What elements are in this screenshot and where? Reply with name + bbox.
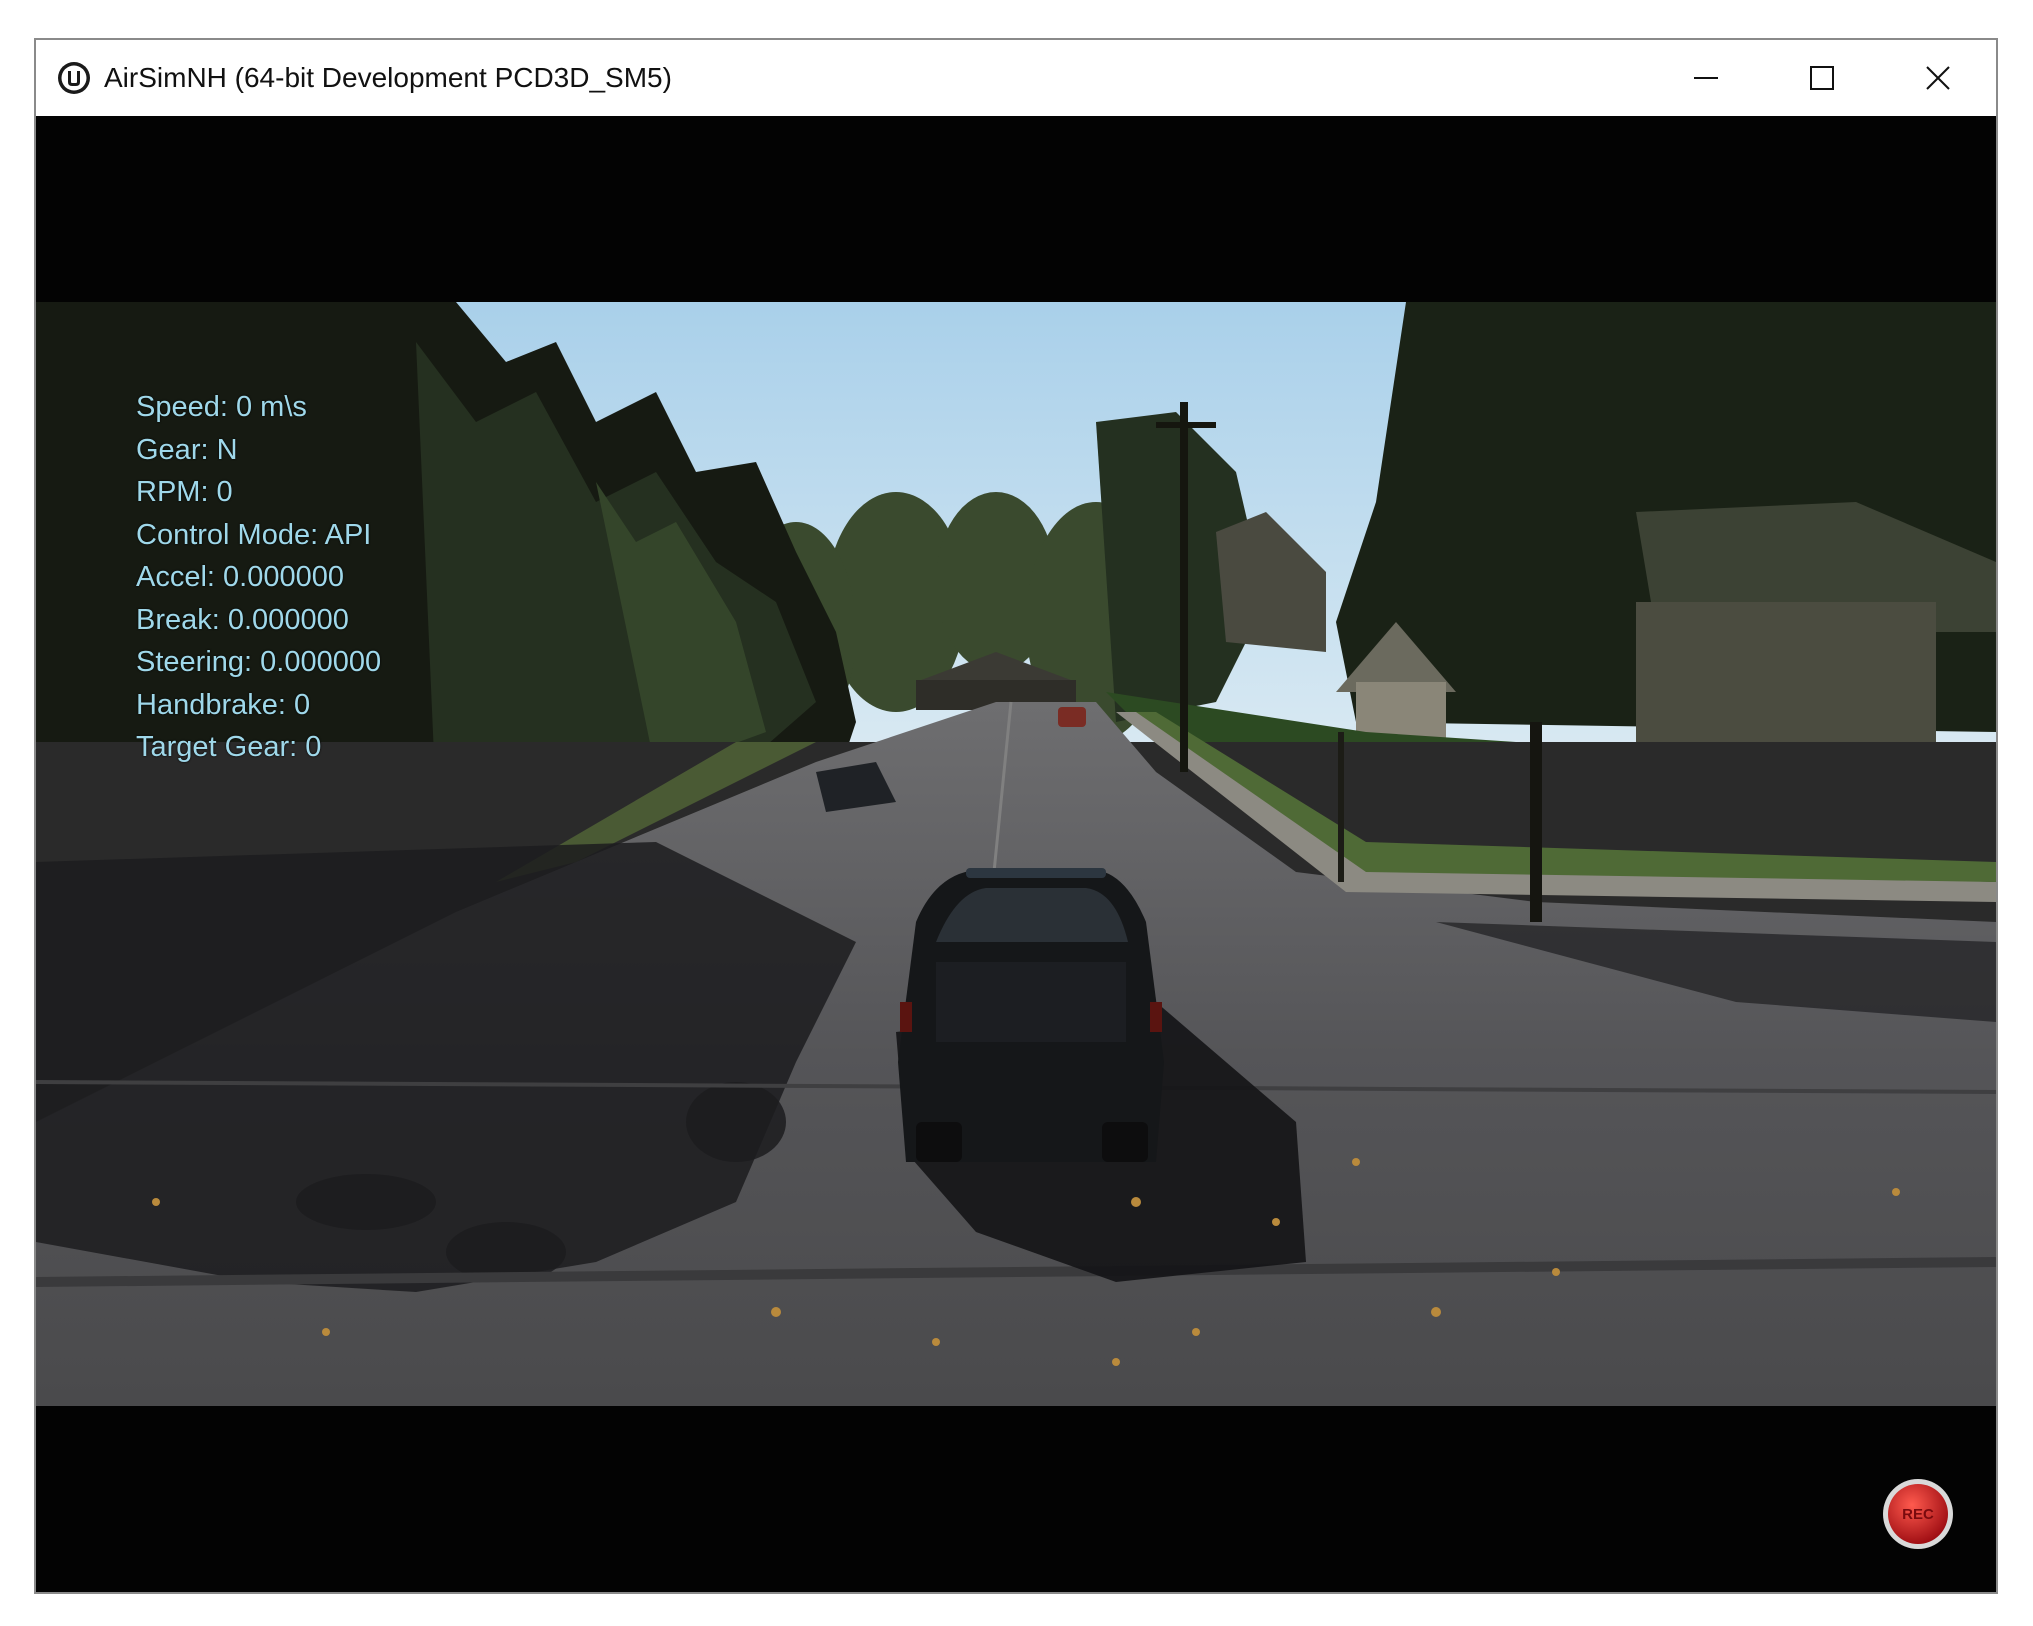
hud-speed: Speed: 0 m\s xyxy=(136,391,307,423)
hud-target-gear: Target Gear: 0 xyxy=(136,731,322,763)
ego-car xyxy=(898,868,1164,1162)
hud-rpm: RPM: 0 xyxy=(136,476,233,508)
hud-handbrake: Handbrake: 0 xyxy=(136,688,311,721)
vehicle-hud: Speed: 0 m\s Gear: N RPM: 0 Control Mode… xyxy=(136,386,381,769)
hud-break: Break: 0.000000 xyxy=(136,603,349,636)
close-icon xyxy=(1926,66,1950,90)
minimize-icon xyxy=(1694,77,1718,79)
record-label: REC xyxy=(1902,1506,1934,1523)
utility-pole xyxy=(1180,402,1188,772)
window-title: AirSimNH (64-bit Development PCD3D_SM5) xyxy=(104,62,672,93)
distant-car xyxy=(1058,707,1086,727)
close-button[interactable] xyxy=(1880,40,1996,116)
window-controls xyxy=(1648,40,1996,116)
simulation-viewport[interactable]: Speed: 0 m\s Gear: N RPM: 0 Control Mode… xyxy=(36,116,1996,1592)
hud-accel: Accel: 0.000000 xyxy=(136,561,344,593)
title-bar[interactable]: AirSimNH (64-bit Development PCD3D_SM5) xyxy=(36,40,1996,116)
hud-steering: Steering: 0.000000 xyxy=(136,646,382,678)
record-button[interactable]: REC xyxy=(1881,1477,1955,1551)
hud-gear: Gear: N xyxy=(136,433,238,466)
game-window: AirSimNH (64-bit Development PCD3D_SM5) xyxy=(34,38,1998,1594)
maximize-icon xyxy=(1810,66,1834,90)
hud-control-mode: Control Mode: API xyxy=(136,518,372,551)
minimize-button[interactable] xyxy=(1648,40,1764,116)
maximize-button[interactable] xyxy=(1764,40,1880,116)
unreal-engine-icon xyxy=(56,60,92,96)
